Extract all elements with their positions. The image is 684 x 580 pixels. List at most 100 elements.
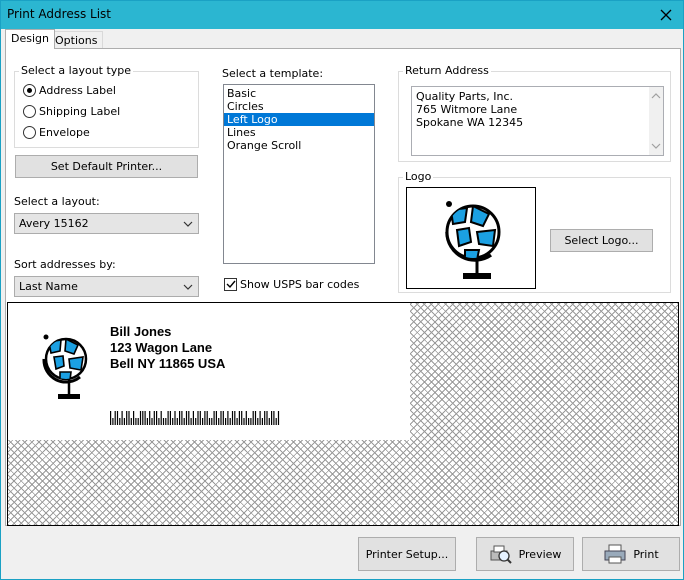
- logo-caption: Logo: [403, 170, 434, 183]
- barcode-bar: [123, 418, 125, 425]
- barcode-bar: [277, 411, 280, 425]
- radio-envelope-button[interactable]: [23, 125, 36, 139]
- barcode-bar: [273, 411, 275, 425]
- barcode-bar: [135, 418, 137, 425]
- barcode-bar: [167, 411, 169, 425]
- barcode-bar: [121, 411, 123, 425]
- barcode-bar: [188, 411, 190, 425]
- scroll-up-icon: [651, 93, 661, 99]
- barcode-bar: [146, 418, 148, 425]
- barcode-bar: [179, 411, 181, 425]
- barcode-bar: [158, 418, 160, 425]
- barcode-bar: [206, 411, 208, 425]
- template-list[interactable]: Basic Circles Left Logo Lines Orange Scr…: [223, 84, 375, 264]
- set-default-printer-button[interactable]: Set Default Printer...: [15, 155, 198, 178]
- barcode-bar: [275, 418, 277, 425]
- return-address-line: 765 Witmore Lane: [416, 103, 518, 116]
- barcode-bar: [225, 418, 227, 425]
- tab-design[interactable]: Design: [5, 29, 55, 49]
- radio-envelope[interactable]: Envelope: [23, 124, 90, 140]
- layout-select-value: Avery 15162: [19, 217, 89, 230]
- barcode-bar: [259, 411, 261, 425]
- barcode-bar: [133, 411, 135, 425]
- printer-setup-label: Printer Setup...: [365, 547, 449, 561]
- checkmark-icon: [226, 280, 236, 289]
- barcode-bar: [245, 411, 247, 425]
- barcode-bar: [195, 418, 197, 425]
- layout-type-caption: Select a layout type: [19, 64, 134, 77]
- close-button[interactable]: [649, 1, 683, 29]
- tab-strip: Design Options: [5, 29, 681, 49]
- barcode-bar: [234, 411, 236, 425]
- barcode-bar: [149, 411, 151, 425]
- barcode-bar: [213, 411, 215, 425]
- preview-button[interactable]: Preview: [476, 537, 574, 571]
- radio-address-label-button[interactable]: [23, 83, 36, 97]
- template-caption: Select a template:: [222, 67, 324, 80]
- preview-address-name: Bill Jones: [110, 324, 172, 339]
- select-logo-button[interactable]: Select Logo...: [550, 229, 653, 252]
- title-bar: Print Address List: [1, 1, 683, 29]
- layout-caption: Select a layout:: [14, 195, 100, 208]
- barcode-bar: [199, 411, 201, 425]
- barcode-bar: [220, 411, 222, 425]
- preview-label: Preview: [518, 547, 562, 561]
- barcode-bar: [114, 411, 116, 425]
- sort-select[interactable]: Last Name: [14, 276, 199, 297]
- return-address-line: Quality Parts, Inc.: [416, 90, 514, 103]
- barcode-bar: [153, 411, 155, 425]
- preview-icon: [490, 545, 512, 564]
- print-address-list-window: Print Address List Design Options Select…: [0, 0, 684, 580]
- template-item-orange-scroll[interactable]: Orange Scroll: [224, 139, 374, 152]
- radio-shipping-label-button[interactable]: [23, 104, 36, 118]
- barcode-bar: [238, 411, 240, 425]
- barcode-bar: [266, 411, 268, 425]
- barcode-bar: [119, 418, 121, 425]
- tab-design-label: Design: [11, 32, 49, 45]
- barcode-bar: [254, 411, 257, 425]
- template-item-left-logo[interactable]: Left Logo: [224, 113, 374, 126]
- barcode-bar: [218, 418, 220, 425]
- barcode-bar: [181, 411, 183, 425]
- radio-envelope-text: Envelope: [39, 125, 90, 139]
- barcode-bar: [151, 418, 153, 425]
- barcode-bar: [174, 411, 176, 425]
- preview-address-city: Bell NY 11865 USA: [110, 356, 226, 371]
- return-address-scrollbar[interactable]: [649, 87, 663, 155]
- barcode-bar: [271, 411, 273, 425]
- barcode-bar: [241, 411, 243, 425]
- print-label: Print: [633, 547, 659, 561]
- printer-setup-button[interactable]: Printer Setup...: [358, 537, 456, 571]
- close-icon: [660, 9, 672, 21]
- barcode-bar: [208, 418, 211, 425]
- layout-select[interactable]: Avery 15162: [14, 213, 199, 234]
- barcode-bar: [162, 418, 165, 425]
- barcode-bar: [268, 418, 270, 425]
- usps-barcode-checkbox-row[interactable]: Show USPS bar codes: [224, 276, 359, 292]
- template-item-lines[interactable]: Lines: [224, 126, 374, 139]
- printer-icon: [604, 544, 626, 564]
- barcode-bar: [197, 411, 199, 425]
- usps-barcode-label: Show USPS bar codes: [240, 277, 360, 291]
- barcode-bar: [227, 411, 229, 425]
- label-preview-area: Bill Jones 123 Wagon Lane Bell NY 11865 …: [7, 302, 679, 526]
- template-item-basic[interactable]: Basic: [224, 87, 374, 100]
- barcode-bar: [229, 418, 231, 425]
- return-address-input[interactable]: Quality Parts, Inc. 765 Witmore Lane Spo…: [411, 86, 664, 156]
- print-button[interactable]: Print: [582, 537, 680, 571]
- return-address-group: Return Address Quality Parts, Inc. 765 W…: [398, 64, 671, 162]
- usps-barcode-checkbox[interactable]: [224, 277, 237, 291]
- globe-icon: [445, 201, 501, 279]
- barcode-bar: [236, 418, 238, 425]
- barcode-bar: [183, 418, 185, 425]
- layout-type-group: Select a layout type Address Label Shipp…: [14, 64, 199, 148]
- barcode-bar: [165, 418, 167, 425]
- template-item-circles[interactable]: Circles: [224, 100, 374, 113]
- barcode-bar: [190, 418, 192, 425]
- barcode-bar: [160, 411, 162, 425]
- radio-address-label[interactable]: Address Label: [23, 82, 116, 98]
- radio-shipping-label[interactable]: Shipping Label: [23, 103, 120, 119]
- tab-options[interactable]: Options: [49, 31, 104, 48]
- barcode-bar: [169, 411, 171, 425]
- barcode-bar: [176, 418, 178, 425]
